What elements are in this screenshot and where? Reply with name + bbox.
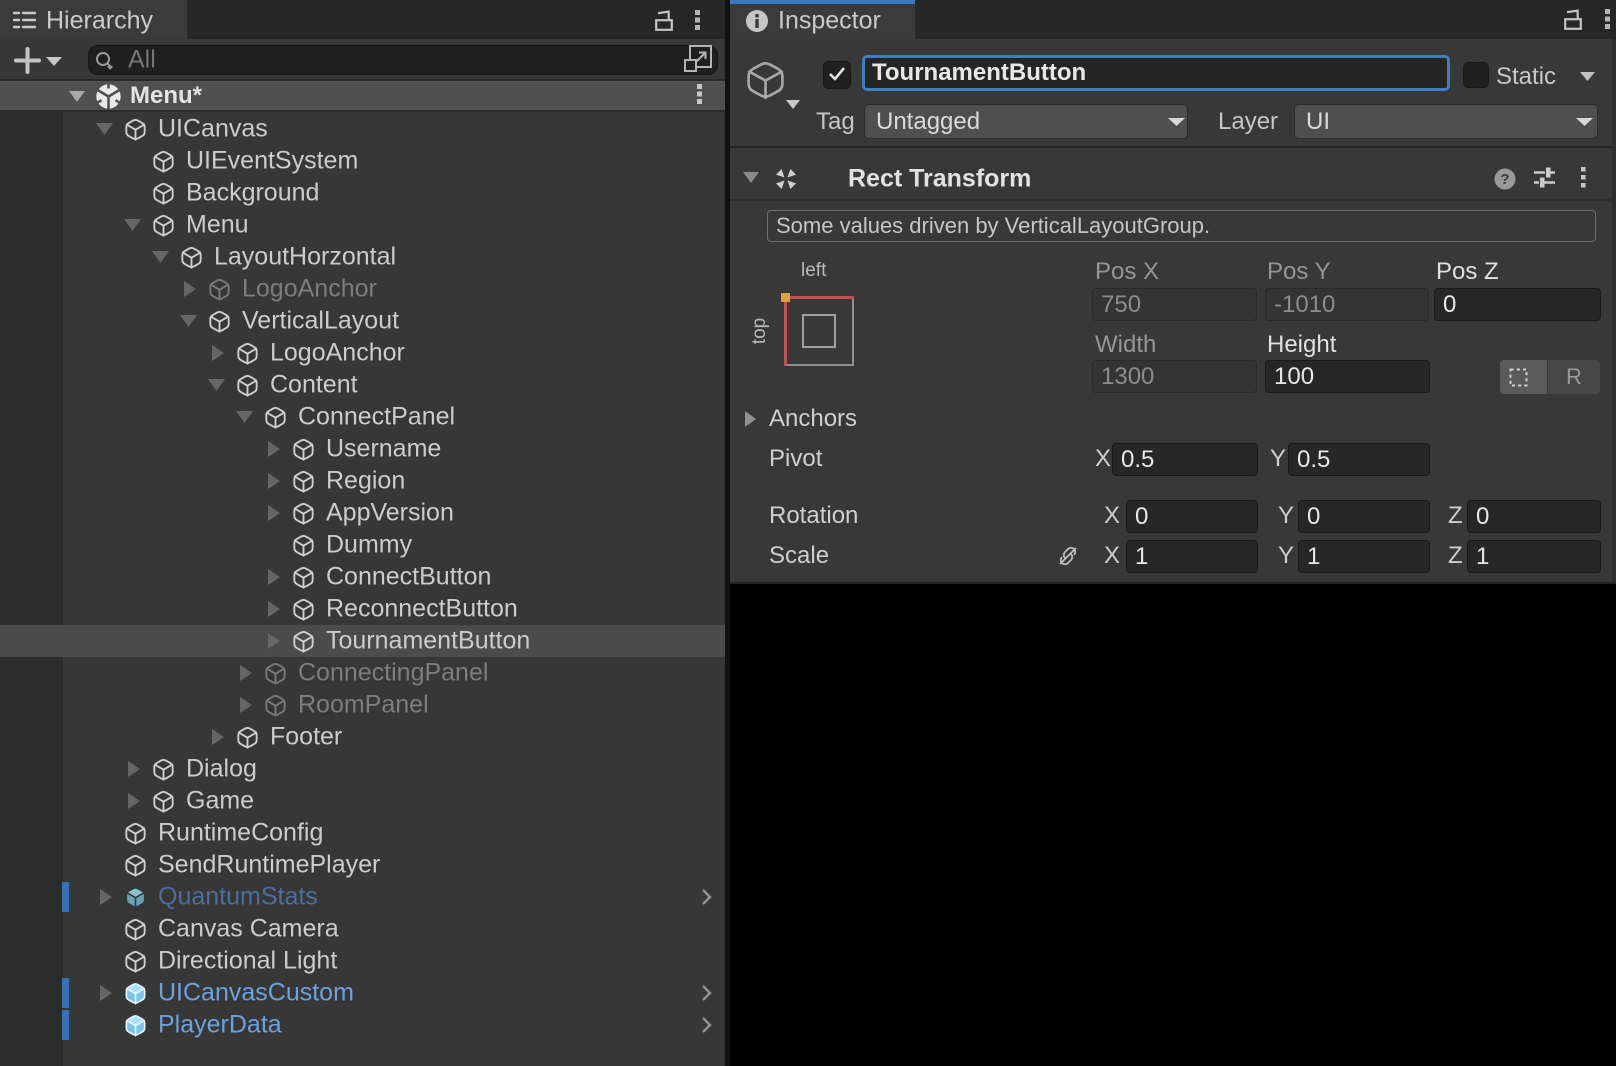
svg-text:?: ? <box>1500 171 1509 188</box>
